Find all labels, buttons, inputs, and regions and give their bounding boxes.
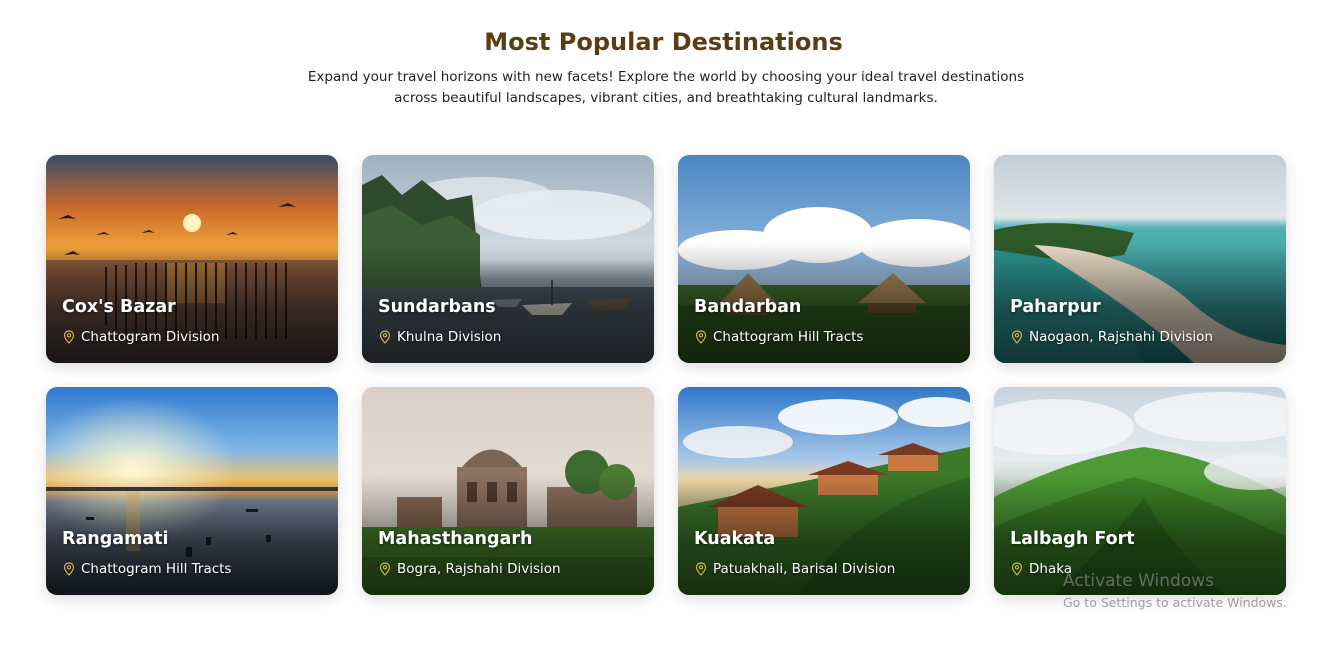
map-pin-icon	[1011, 330, 1023, 344]
map-pin-icon	[695, 330, 707, 344]
map-pin-icon	[379, 562, 391, 576]
destination-card-paharpur[interactable]: Paharpur Naogaon, Rajshahi Division	[994, 155, 1286, 363]
destination-location: Chattogram Hill Tracts	[63, 561, 231, 577]
destination-card-rangamati[interactable]: Rangamati Chattogram Hill Tracts	[46, 387, 338, 595]
destination-name: Rangamati	[62, 529, 169, 549]
destination-name: Bandarban	[694, 297, 802, 317]
destination-location: Chattogram Hill Tracts	[695, 329, 863, 345]
destination-location-text: Chattogram Hill Tracts	[713, 329, 864, 345]
destination-card-lalbagh-fort[interactable]: Lalbagh Fort Dhaka	[994, 387, 1286, 595]
map-pin-icon	[63, 330, 75, 344]
watermark-title: Activate Windows	[1063, 571, 1214, 591]
destination-name: Mahasthangarh	[378, 529, 533, 549]
map-pin-icon	[63, 562, 75, 576]
map-pin-icon	[695, 562, 707, 576]
section-subtitle: Expand your travel horizons with new fac…	[300, 67, 1032, 109]
destination-location-text: Patuakhali, Barisal Division	[713, 561, 896, 577]
activate-windows-watermark: Activate Windows Go to Settings to activ…	[1063, 571, 1287, 610]
destination-location-text: Naogaon, Rajshahi Division	[1029, 329, 1213, 345]
destination-name: Cox's Bazar	[62, 297, 176, 317]
popular-destinations-section: Most Popular Destinations Expand your tr…	[0, 0, 1327, 646]
destination-name: Paharpur	[1010, 297, 1101, 317]
subtitle-line-2: across beautiful landscapes, vibrant cit…	[394, 90, 938, 106]
destination-card-mahasthangarh[interactable]: Mahasthangarh Bogra, Rajshahi Division	[362, 387, 654, 595]
destination-location-text: Chattogram Division	[81, 329, 220, 345]
destination-card-coxs-bazar[interactable]: Cox's Bazar Chattogram Division	[46, 155, 338, 363]
destination-card-kuakata[interactable]: Kuakata Patuakhali, Barisal Division	[678, 387, 970, 595]
destination-location: Khulna Division	[379, 329, 501, 345]
subtitle-line-1: Expand your travel horizons with new fac…	[307, 69, 1025, 85]
destination-card-sundarbans[interactable]: Sundarbans Khulna Division	[362, 155, 654, 363]
destination-location: Chattogram Division	[63, 329, 219, 345]
destination-location: Bogra, Rajshahi Division	[379, 561, 561, 577]
map-pin-icon	[379, 330, 391, 344]
map-pin-icon	[1011, 562, 1023, 576]
destination-name: Lalbagh Fort	[1010, 529, 1135, 549]
section-title: Most Popular Destinations	[484, 28, 843, 56]
destination-card-bandarban[interactable]: Bandarban Chattogram Hill Tracts	[678, 155, 970, 363]
destination-location: Naogaon, Rajshahi Division	[1011, 329, 1213, 345]
destination-location-text: Chattogram Hill Tracts	[81, 561, 232, 577]
watermark-subtitle: Go to Settings to activate Windows.	[1063, 595, 1287, 610]
destination-name: Sundarbans	[378, 297, 496, 317]
destination-name: Kuakata	[694, 529, 776, 549]
destination-location: Patuakhali, Barisal Division	[695, 561, 895, 577]
destination-location-text: Khulna Division	[397, 329, 502, 345]
destination-location-text: Bogra, Rajshahi Division	[397, 561, 561, 577]
destinations-grid: Cox's Bazar Chattogram Division Sundarba…	[46, 155, 1286, 595]
